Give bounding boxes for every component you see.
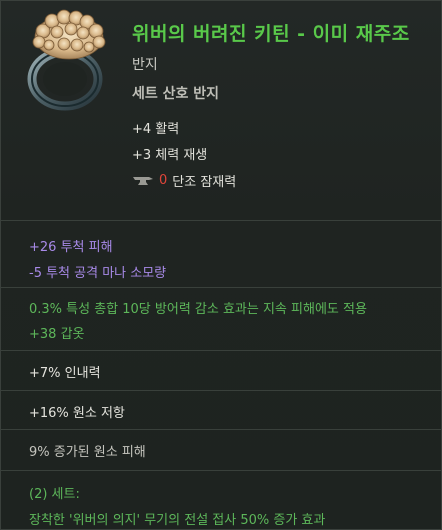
set-bonus-header: (2) 세트: [29, 487, 80, 502]
sealed-affix-throwing-mana-cost: -5 투척 공격 마나 소모량 [29, 266, 167, 281]
base-stat-health-regen: +3 체력 재생 [132, 148, 208, 163]
item-tooltip: 위버의 버려진 키틴 - 이미 재주조 반지 세트 산호 반지 +4 활력 +3… [0, 0, 442, 530]
divider [1, 390, 441, 391]
set-bonus-text: 장착한 '위버의 의지' 무기의 전설 접사 50% 증가 효과 [29, 513, 326, 528]
base-stat-vitality: +4 활력 [132, 122, 180, 137]
divider [1, 287, 441, 288]
affix-elemental-damage: 9% 증가된 원소 피해 [29, 445, 146, 460]
divider [1, 429, 441, 430]
item-type: 반지 [132, 57, 158, 73]
divider [1, 220, 441, 221]
affix-elemental-resistance: +16% 원소 저항 [29, 406, 125, 421]
forging-potential-value: 0 [159, 173, 168, 188]
forging-potential: 0 단조 잠재력 [132, 171, 236, 190]
set-affix-armor: +38 갑옷 [29, 327, 85, 342]
item-set-type: 세트 산호 반지 [132, 86, 220, 102]
divider [1, 470, 441, 471]
item-header: 위버의 버려진 키틴 - 이미 재주조 반지 세트 산호 반지 +4 활력 +3… [1, 1, 441, 213]
sealed-affix-throwing-damage: +26 투척 피해 [29, 240, 113, 255]
divider [1, 350, 441, 351]
coral-ring-icon [27, 9, 106, 111]
item-title: 위버의 버려진 키틴 - 이미 재주조 [132, 23, 410, 45]
forging-potential-label: 단조 잠재력 [172, 175, 237, 190]
affix-endurance: +7% 인내력 [29, 366, 101, 381]
anvil-icon [133, 176, 153, 185]
set-affix-armor-shred: 0.3% 특성 총합 10당 방어력 감소 효과는 지속 피해에도 적용 [29, 302, 367, 317]
